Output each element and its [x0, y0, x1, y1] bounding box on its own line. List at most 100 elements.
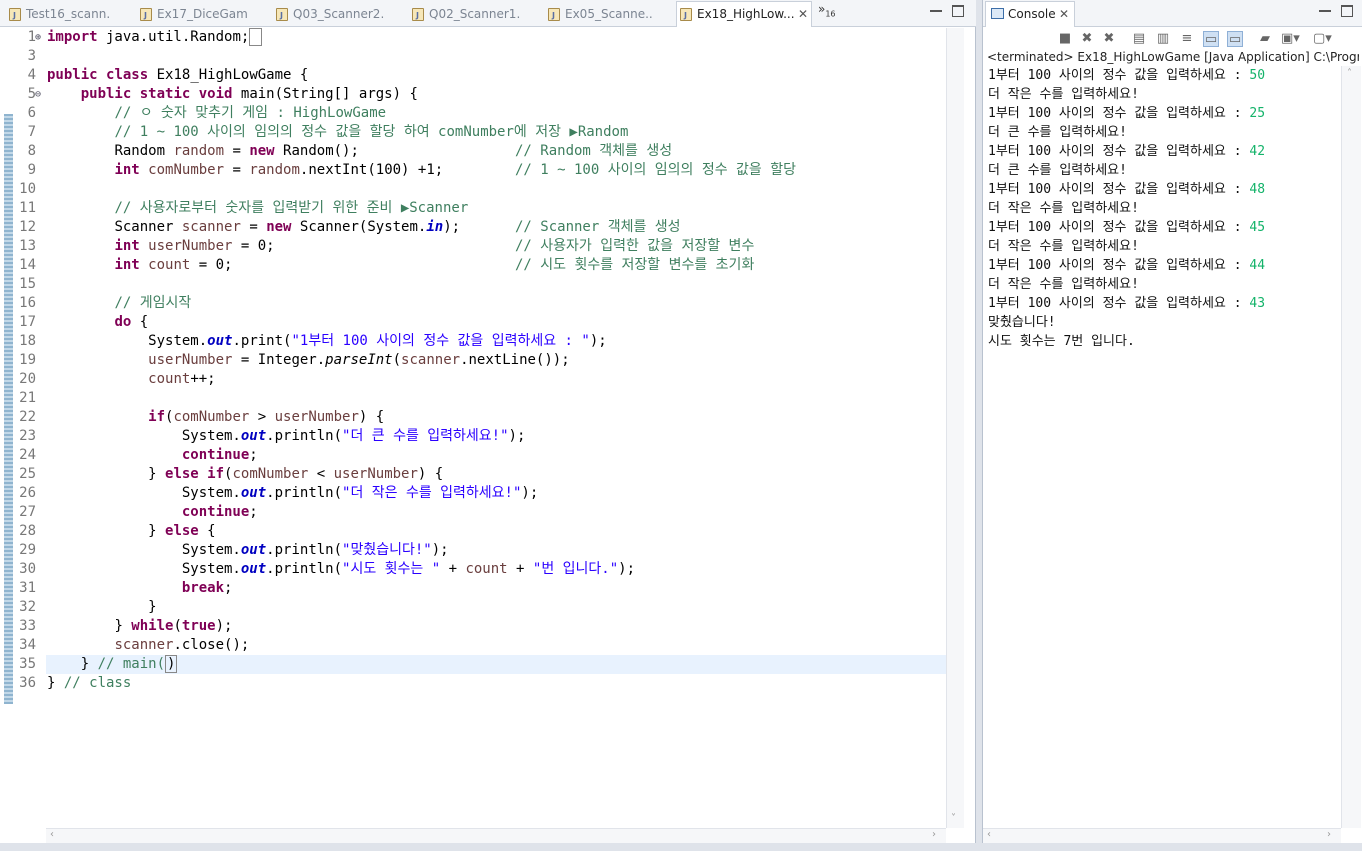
word-wrap-icon[interactable]: ≡	[1179, 31, 1195, 47]
terminate-icon[interactable]: ■	[1057, 31, 1073, 47]
show-on-output-icon[interactable]: ▭	[1203, 31, 1219, 47]
java-file-icon	[548, 4, 560, 26]
open-console-icon[interactable]: ▢▾	[1313, 31, 1332, 47]
scroll-right-icon[interactable]: ›	[932, 829, 936, 840]
maximize-icon[interactable]	[1341, 5, 1353, 17]
line-number: 29	[19, 542, 36, 558]
line-number: 1	[27, 29, 36, 45]
console-line: 더 큰 수를 입력하세요!	[988, 163, 1127, 178]
show-on-error-icon[interactable]: ▭	[1227, 31, 1243, 47]
code-line: System.out.println("시도 횟수는 " + count + "…	[181, 561, 636, 577]
line-number: 15	[19, 276, 36, 292]
line-number: 16	[19, 295, 36, 311]
java-file-icon	[276, 4, 288, 26]
java-file-icon	[680, 4, 692, 27]
minimize-icon[interactable]	[1319, 5, 1331, 12]
console-horizontal-scrollbar[interactable]: ‹ ›	[983, 828, 1341, 843]
editor-tab-ex17[interactable]: Ex17_DiceGam...	[137, 2, 247, 26]
code-line: } // class	[47, 675, 132, 691]
console-line: 1부터 100 사이의 정수 값을 입력하세요 : 44	[988, 258, 1266, 273]
code-line: int count = 0;	[114, 257, 233, 273]
display-selected-console-icon[interactable]: ▣▾	[1281, 31, 1300, 47]
code-line: } else if(comNumber < userNumber) {	[148, 466, 444, 482]
console-line: 더 작은 수를 입력하세요!	[988, 239, 1139, 254]
line-number: 4	[27, 67, 36, 83]
code-line: count++;	[148, 371, 216, 387]
console-output[interactable]: 1부터 100 사이의 정수 값을 입력하세요 : 50 더 작은 수를 입력하…	[983, 66, 1341, 828]
line-number: 31	[19, 580, 36, 596]
console-line: 1부터 100 사이의 정수 값을 입력하세요 : 50	[988, 68, 1266, 83]
editor-tab-test16[interactable]: Test16_scann...	[6, 2, 110, 26]
editor-tab-q03[interactable]: Q03_Scanner2...	[273, 2, 385, 26]
clear-console-icon[interactable]: ▤	[1131, 31, 1147, 47]
close-icon[interactable]: ✕	[1059, 2, 1069, 26]
code-line: public static void main(String[] args) {	[80, 86, 418, 102]
code-line: userNumber = Integer.parseInt(scanner.ne…	[148, 352, 570, 368]
console-line: 시도 횟수는 7번 입니다.	[988, 334, 1135, 349]
code-line: do {	[114, 314, 149, 330]
scroll-right-icon[interactable]: ›	[1327, 829, 1331, 840]
line-number: 30	[19, 561, 36, 577]
line-number: 17	[19, 314, 36, 330]
console-line: 더 큰 수를 입력하세요!	[988, 125, 1127, 140]
maximize-icon[interactable]	[952, 5, 964, 17]
line-number: 20	[19, 371, 36, 387]
console-tab-bar: Console ✕	[983, 0, 1362, 27]
tab-overflow-button[interactable]: »16	[818, 2, 836, 18]
code-comment: // 시도 횟수를 저장할 변수를 초기화	[515, 257, 755, 273]
console-line: 1부터 100 사이의 정수 값을 입력하세요 : 43	[988, 296, 1266, 311]
console-tab[interactable]: Console ✕	[985, 1, 1075, 27]
console-line: 1부터 100 사이의 정수 값을 입력하세요 : 25	[988, 106, 1266, 121]
console-vertical-scrollbar[interactable]: ˄	[1341, 66, 1361, 828]
code-line: int userNumber = 0;	[114, 238, 275, 254]
line-number: 18	[19, 333, 36, 349]
editor-tab-bar: Test16_scann... Ex17_DiceGam... Q03_Scan…	[0, 0, 976, 27]
text-cursor: )	[165, 655, 178, 673]
code-line: continue;	[181, 447, 258, 463]
code-line: System.out.print("1부터 100 사이의 정수 값을 입력하세…	[148, 333, 607, 349]
line-number: 34	[19, 637, 36, 653]
code-line: if(comNumber > userNumber) {	[148, 409, 385, 425]
pin-console-icon[interactable]: ▰	[1257, 31, 1273, 47]
console-line: 더 작은 수를 입력하세요!	[988, 201, 1139, 216]
code-line: } while(true);	[114, 618, 233, 634]
code-line: scanner.close();	[114, 637, 250, 653]
line-number: 35	[19, 656, 36, 672]
code-comment: // 사용자가 입력한 값을 저장할 변수	[515, 238, 755, 254]
line-number: 22	[19, 409, 36, 425]
java-file-icon	[9, 4, 21, 26]
editor-vertical-scrollbar[interactable]: ˅	[946, 28, 964, 828]
eclipse-window: Test16_scann... Ex17_DiceGam... Q03_Scan…	[0, 0, 1362, 851]
scroll-left-icon[interactable]: ‹	[987, 829, 991, 840]
scroll-down-icon[interactable]: ˅	[951, 813, 956, 824]
minimize-icon[interactable]	[930, 5, 942, 12]
line-number: 6	[27, 105, 36, 121]
scroll-up-icon[interactable]: ˄	[1347, 68, 1352, 79]
code-line: System.out.println("더 작은 수를 입력하세요!");	[181, 485, 539, 501]
remove-launch-icon[interactable]: ✖	[1079, 31, 1095, 47]
editor-tab-ex18[interactable]: Ex18_HighLow...✕	[676, 1, 812, 27]
code-line: System.out.println("맞췄습니다!");	[181, 542, 449, 558]
editor-tab-q02[interactable]: Q02_Scanner1...	[409, 2, 521, 26]
java-file-icon	[140, 4, 152, 26]
editor-pane: Test16_scann... Ex17_DiceGam... Q03_Scan…	[0, 0, 976, 851]
remove-all-icon[interactable]: ✖	[1101, 31, 1117, 47]
console-line: 더 작은 수를 입력하세요!	[988, 87, 1139, 102]
collapse-fold-icon[interactable]: ⊖	[35, 85, 41, 104]
line-number: 3	[27, 48, 36, 64]
editor-horizontal-scrollbar[interactable]: ‹ ›	[46, 828, 946, 843]
expand-fold-icon[interactable]: ⊕	[35, 28, 41, 47]
console-pane: Console ✕ ■ ✖ ✖ ▤ ▥ ≡ ▭ ▭ ▰ ▣▾ ▢▾ <termi…	[982, 0, 1362, 851]
line-number: 11	[19, 200, 36, 216]
scroll-left-icon[interactable]: ‹	[50, 829, 54, 840]
scroll-lock-icon[interactable]: ▥	[1155, 31, 1171, 47]
close-icon[interactable]: ✕	[798, 2, 808, 26]
code-editor[interactable]: 1 ⊕ import java.util.Random; 3 4 public cla…	[0, 28, 946, 828]
line-number: 25	[19, 466, 36, 482]
console-toolbar: ■ ✖ ✖ ▤ ▥ ≡ ▭ ▭ ▰ ▣▾ ▢▾	[983, 28, 1362, 50]
editor-tab-ex05[interactable]: Ex05_Scanne...	[545, 2, 653, 26]
line-number: 36	[19, 675, 36, 691]
code-comment: // Scanner 객체를 생성	[515, 219, 681, 235]
line-number: 5	[27, 86, 36, 102]
code-line: continue;	[181, 504, 258, 520]
